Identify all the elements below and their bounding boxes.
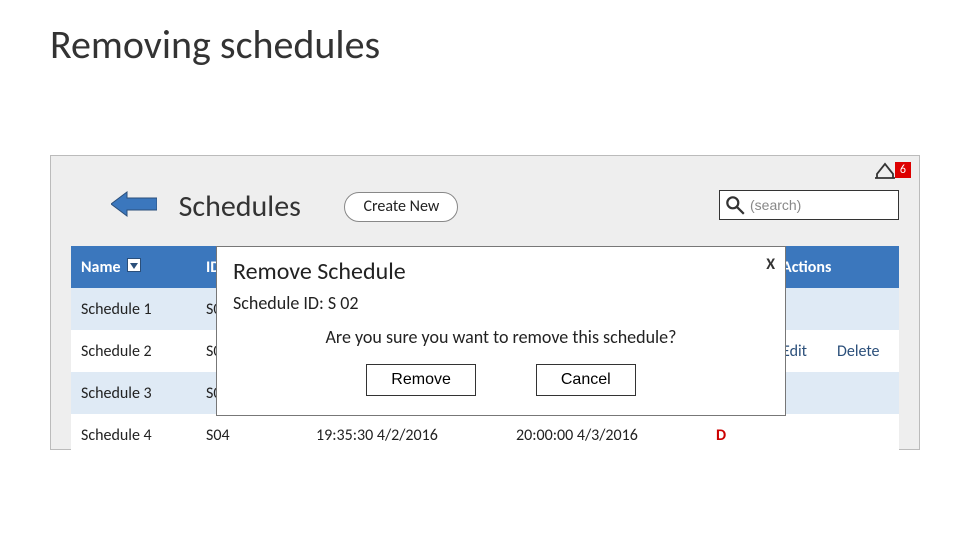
- notification-badge: 6: [895, 162, 911, 178]
- app-panel: 6 Schedules Create New Name: [50, 155, 920, 450]
- close-icon[interactable]: X: [766, 255, 775, 274]
- cell-actions: Edit Delete: [776, 342, 899, 361]
- sort-icon[interactable]: [127, 258, 141, 277]
- modal-message: Are you sure you want to remove this sch…: [233, 326, 769, 348]
- search-input[interactable]: [750, 197, 890, 213]
- modal-title: Remove Schedule: [233, 257, 769, 286]
- cell-name: Schedule 1: [71, 300, 206, 319]
- create-new-button[interactable]: Create New: [344, 192, 458, 222]
- page-title: Removing schedules: [50, 20, 380, 69]
- search-box[interactable]: [719, 190, 899, 220]
- bell-icon: [873, 160, 897, 189]
- back-arrow-icon[interactable]: [111, 190, 157, 223]
- cell-id: S04: [206, 426, 316, 445]
- cell-start: 19:35:30 4/2/2016: [316, 426, 516, 445]
- remove-button[interactable]: Remove: [366, 364, 476, 396]
- cell-end: 20:00:00 4/3/2016: [516, 426, 716, 445]
- col-actions: Actions: [776, 258, 899, 277]
- cell-name: Schedule 3: [71, 384, 206, 403]
- remove-schedule-modal: Remove Schedule X Schedule ID: S 02 Are …: [216, 246, 786, 416]
- search-icon: [724, 194, 746, 216]
- table-row[interactable]: Schedule 4 S04 19:35:30 4/2/2016 20:00:0…: [71, 414, 899, 456]
- section-title: Schedules: [179, 188, 301, 225]
- delete-link[interactable]: Delete: [837, 342, 880, 361]
- cell-state: D: [716, 426, 776, 445]
- cell-name: Schedule 2: [71, 342, 206, 361]
- cell-name: Schedule 4: [71, 426, 206, 445]
- notifications[interactable]: 6: [873, 160, 911, 189]
- cancel-button[interactable]: Cancel: [536, 364, 636, 396]
- col-name[interactable]: Name: [81, 258, 121, 277]
- modal-subtitle: Schedule ID: S 02: [233, 292, 769, 314]
